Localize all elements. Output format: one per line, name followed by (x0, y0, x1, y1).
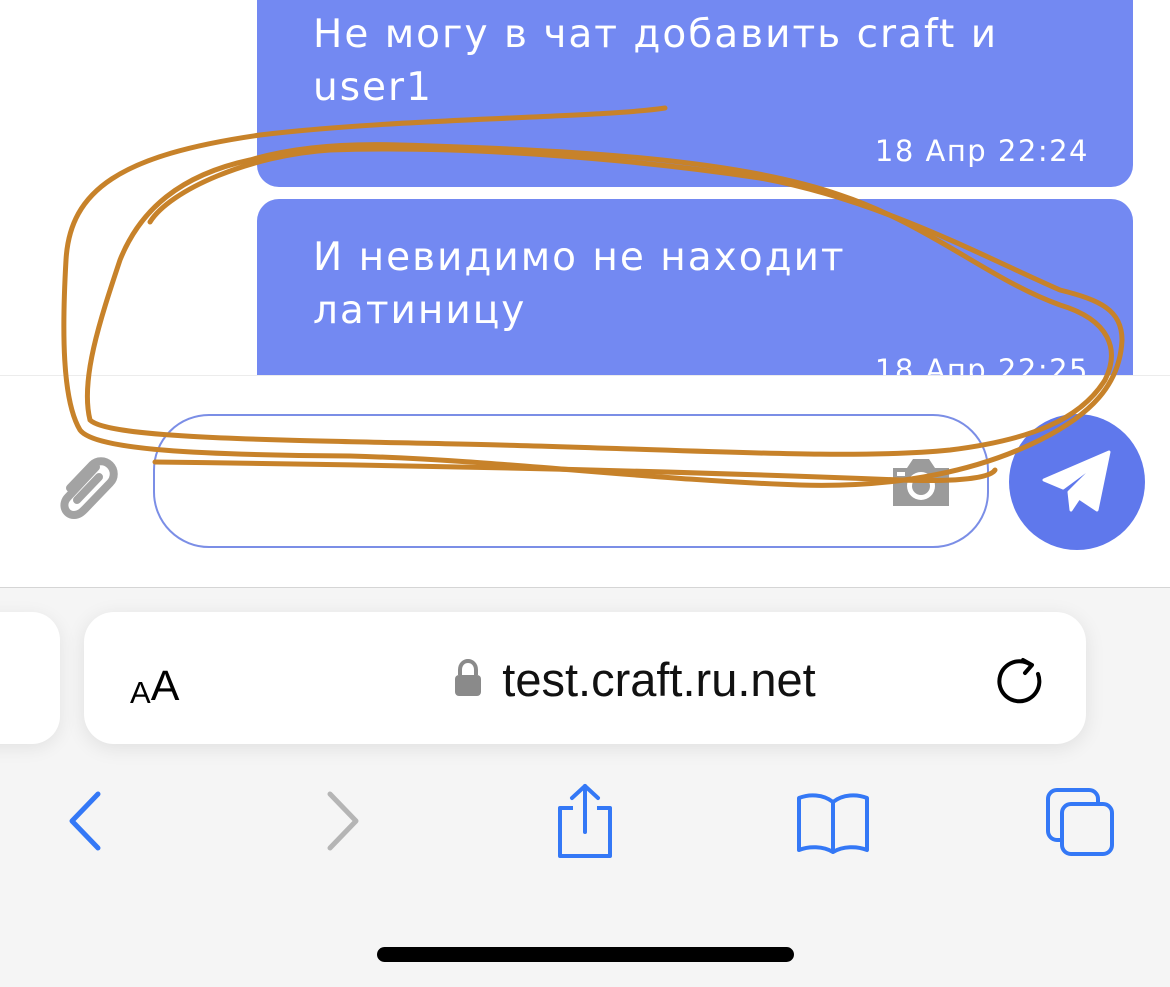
reload-icon[interactable] (994, 654, 1046, 706)
message-bubble: Не могу в чат добавить craft и user1 18 … (257, 0, 1133, 187)
chevron-left-icon[interactable] (52, 788, 122, 858)
home-indicator (377, 947, 794, 962)
send-button[interactable] (1009, 414, 1145, 550)
message-composer (0, 376, 1170, 587)
share-icon[interactable] (550, 782, 620, 858)
paper-plane-icon (1042, 450, 1111, 512)
browser-chrome: AA test.craft.ru.net (0, 587, 1170, 987)
message-text: Не могу в чат добавить craft и user1 (313, 12, 999, 110)
url-display[interactable]: test.craft.ru.net (84, 652, 1086, 707)
camera-icon[interactable] (889, 456, 953, 508)
lock-icon (454, 658, 482, 701)
message-timestamp: 18 Апр 22:25 (874, 353, 1089, 376)
paperclip-icon[interactable] (52, 453, 122, 523)
message-bubble: И невидимо не находит латиницу 18 Апр 22… (257, 199, 1133, 376)
url-text: test.craft.ru.net (502, 653, 816, 706)
tabs-icon[interactable] (1044, 786, 1114, 856)
message-text: И невидимо не находит латиницу (313, 235, 846, 333)
message-input[interactable] (153, 414, 989, 548)
chevron-right-icon[interactable] (306, 788, 376, 858)
bookmarks-icon[interactable] (795, 788, 869, 858)
message-timestamp: 18 Апр 22:24 (874, 134, 1089, 168)
previous-tab-preview[interactable] (0, 612, 60, 744)
chat-messages-area[interactable]: Не могу в чат добавить craft и user1 18 … (0, 0, 1170, 376)
address-bar[interactable]: AA test.craft.ru.net (84, 612, 1086, 744)
